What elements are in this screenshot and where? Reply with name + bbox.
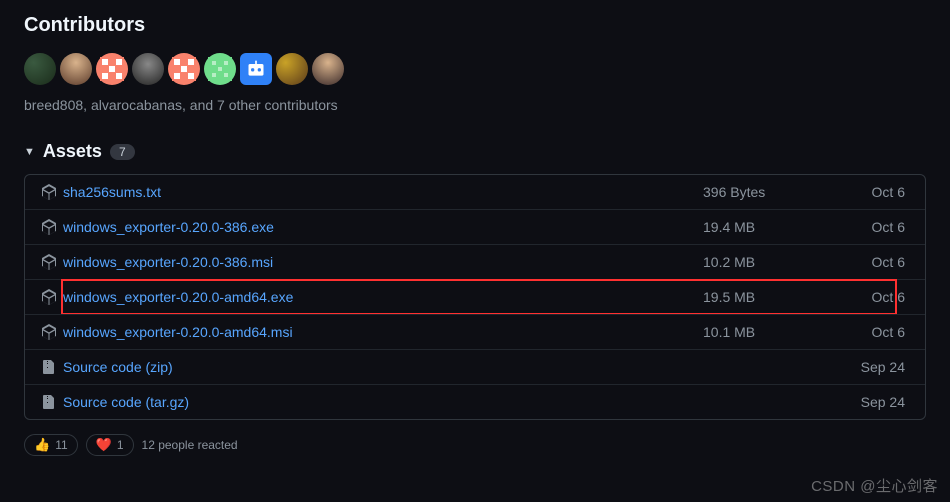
reaction-heart[interactable]: ❤️ 1	[86, 434, 134, 456]
avatar[interactable]	[204, 53, 236, 85]
contributor-avatars	[24, 53, 926, 85]
assets-heading: Assets	[43, 141, 102, 162]
package-icon	[41, 289, 57, 305]
asset-link[interactable]: windows_exporter-0.20.0-amd64.exe	[63, 289, 293, 305]
avatar[interactable]	[24, 53, 56, 85]
asset-link[interactable]: Source code (tar.gz)	[63, 394, 189, 410]
thumbs-up-count: 11	[55, 438, 67, 452]
contributors-summary: breed808, alvarocabanas, and 7 other con…	[24, 97, 926, 113]
asset-link[interactable]: sha256sums.txt	[63, 184, 161, 200]
asset-size: 396 Bytes	[703, 184, 765, 200]
avatar[interactable]	[312, 53, 344, 85]
avatar[interactable]	[96, 53, 128, 85]
asset-row: windows_exporter-0.20.0-386.exe 19.4 MB Oc…	[25, 209, 925, 244]
asset-row: Source code (zip) Sep 24	[25, 349, 925, 384]
asset-name: Source code	[63, 359, 142, 375]
asset-name: windows_exporter-0.20.0-386.msi	[63, 254, 273, 270]
asset-name: windows_exporter-0.20.0-amd64.msi	[63, 324, 293, 340]
assets-toggle[interactable]: ▼ Assets 7	[24, 141, 926, 162]
asset-name: windows_exporter-0.20.0-amd64.exe	[63, 289, 293, 305]
avatar[interactable]	[168, 53, 200, 85]
asset-size: 19.4 MB	[703, 219, 755, 235]
asset-size: 19.5 MB	[703, 289, 755, 305]
asset-size: 10.2 MB	[703, 254, 755, 270]
package-icon	[41, 254, 57, 270]
assets-count-badge: 7	[110, 144, 135, 160]
file-zip-icon	[41, 394, 57, 410]
asset-size: 10.1 MB	[703, 324, 755, 340]
avatar[interactable]	[276, 53, 308, 85]
heart-count: 1	[117, 438, 124, 452]
asset-format: (tar.gz)	[146, 394, 190, 410]
asset-date: Oct 6	[872, 254, 909, 270]
asset-row: windows_exporter-0.20.0-amd64.msi 10.1 MB…	[25, 314, 925, 349]
asset-date: Oct 6	[872, 184, 909, 200]
thumbs-up-icon: 👍	[34, 437, 50, 453]
asset-format: (zip)	[146, 359, 173, 375]
asset-link[interactable]: windows_exporter-0.20.0-amd64.msi	[63, 324, 293, 340]
asset-name: windows_exporter-0.20.0-386.exe	[63, 219, 274, 235]
package-icon	[41, 219, 57, 235]
asset-row: sha256sums.txt 396 Bytes Oct 6	[25, 175, 925, 209]
asset-row: windows_exporter-0.20.0-386.msi 10.2 MB Oc…	[25, 244, 925, 279]
watermark: CSDN @尘心剑客	[811, 475, 938, 496]
heart-icon: ❤️	[96, 437, 112, 453]
asset-date: Oct 6	[872, 289, 909, 305]
package-icon	[41, 184, 57, 200]
caret-down-icon: ▼	[24, 146, 35, 158]
asset-name: sha256sums.txt	[63, 184, 161, 200]
asset-link[interactable]: windows_exporter-0.20.0-386.exe	[63, 219, 274, 235]
asset-name: Source code	[63, 394, 142, 410]
avatar[interactable]	[60, 53, 92, 85]
asset-row: windows_exporter-0.20.0-amd64.exe 19.5 MB…	[25, 279, 925, 314]
asset-link[interactable]: windows_exporter-0.20.0-386.msi	[63, 254, 273, 270]
package-icon	[41, 324, 57, 340]
assets-list: sha256sums.txt396 BytesOct 6windows_expo…	[24, 174, 926, 420]
asset-date: Sep 24	[861, 394, 909, 410]
asset-link[interactable]: Source code (zip)	[63, 359, 173, 375]
contributors-heading: Contributors	[24, 14, 926, 37]
reaction-summary: 12 people reacted	[142, 438, 238, 452]
file-zip-icon	[41, 359, 57, 375]
reaction-thumbs-up[interactable]: 👍 11	[24, 434, 78, 456]
asset-date: Sep 24	[861, 359, 909, 375]
asset-row: Source code (tar.gz) Sep 24	[25, 384, 925, 419]
asset-date: Oct 6	[872, 324, 909, 340]
avatar[interactable]	[240, 53, 272, 85]
avatar[interactable]	[132, 53, 164, 85]
asset-date: Oct 6	[872, 219, 909, 235]
